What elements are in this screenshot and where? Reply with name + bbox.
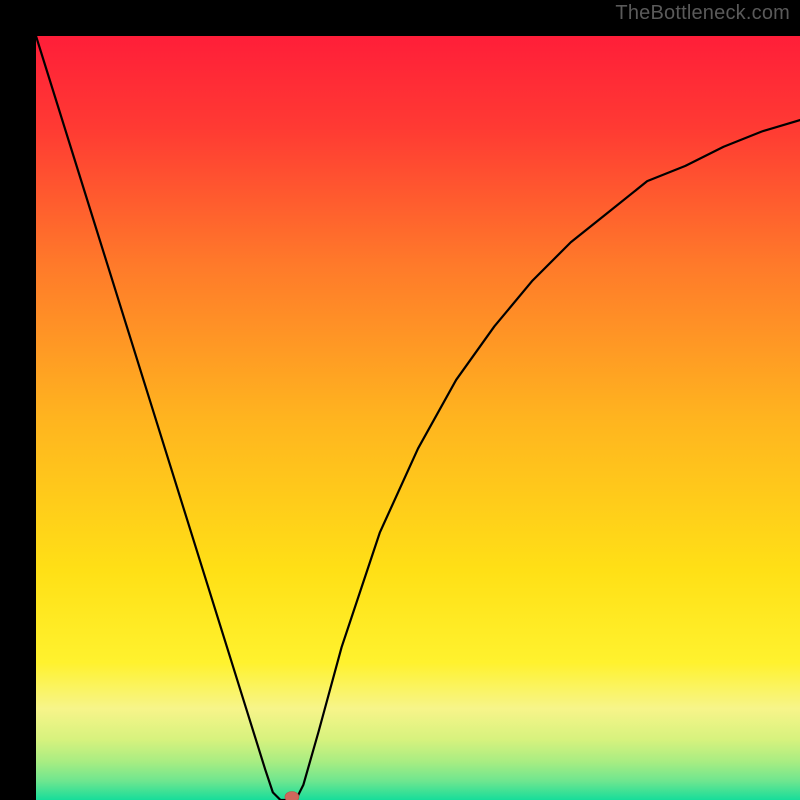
- watermark-text: TheBottleneck.com: [615, 2, 790, 25]
- optimal-point-marker: [285, 792, 299, 800]
- bottleneck-chart: [36, 36, 800, 800]
- chart-frame: [18, 18, 782, 782]
- gradient-background: [36, 36, 800, 800]
